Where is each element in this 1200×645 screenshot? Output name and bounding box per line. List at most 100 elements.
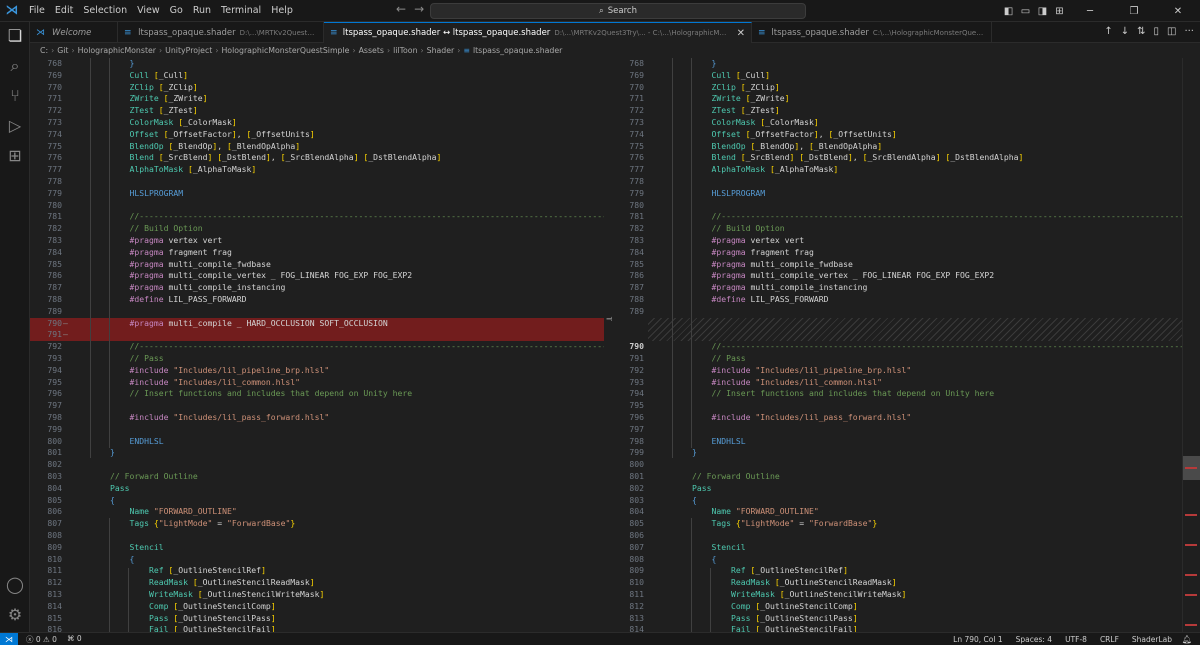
code-line[interactable]: 790 //----------------------------------… (612, 341, 1182, 353)
code-line[interactable]: 809 Ref [_OutlineStencilRef] (612, 565, 1182, 577)
code-line[interactable]: 769 Cull [_Cull] (612, 70, 1182, 82)
code-line[interactable]: 780 (30, 200, 604, 212)
code-line[interactable]: 816 Fail [_OutlineStencilFail] (30, 624, 604, 632)
code-line[interactable]: 796 #include "Includes/lil_pass_forward.… (612, 412, 1182, 424)
code-line[interactable]: 808 (30, 530, 604, 542)
source-control-icon[interactable]: ⑂ (5, 86, 25, 106)
menu-terminal[interactable]: Terminal (216, 0, 266, 22)
breadcrumb-item[interactable]: lilToon (393, 46, 417, 55)
code-line[interactable]: 802 Pass (612, 483, 1182, 495)
code-line[interactable]: 783 #pragma vertex vert (612, 235, 1182, 247)
breadcrumb-item[interactable]: Assets (359, 46, 384, 55)
code-line[interactable]: 799 (30, 424, 604, 436)
code-line[interactable]: 811 WriteMask [_OutlineStencilWriteMask] (612, 589, 1182, 601)
search-icon[interactable]: ⌕ (5, 56, 25, 76)
toggle-panel-icon[interactable]: ▭ (1017, 6, 1034, 17)
toggle-secondary-sidebar-icon[interactable]: ◨ (1034, 6, 1051, 17)
code-line[interactable]: 801 } (30, 447, 604, 459)
code-line[interactable]: 793 // Pass (30, 353, 604, 365)
code-line[interactable]: 803 { (612, 495, 1182, 507)
menu-view[interactable]: View (132, 0, 165, 22)
code-line[interactable]: 815 Pass [_OutlineStencilPass] (30, 613, 604, 625)
code-line[interactable]: 812 ReadMask [_OutlineStencilReadMask] (30, 577, 604, 589)
code-line[interactable]: 810 ReadMask [_OutlineStencilReadMask] (612, 577, 1182, 589)
extensions-icon[interactable]: ⊞ (5, 146, 25, 166)
menu-run[interactable]: Run (188, 0, 216, 22)
tab-diff-active[interactable]: ≡ ltspass_opaque.shader ↔ ltspass_opaque… (324, 22, 752, 43)
ports-status[interactable]: ⌘ 0 (67, 634, 82, 645)
files-icon[interactable]: ❏ (5, 26, 25, 46)
code-line[interactable]: 808 { (612, 554, 1182, 566)
code-line[interactable]: 789 (612, 306, 1182, 318)
code-line[interactable]: 794 // Insert functions and includes tha… (612, 388, 1182, 400)
open-file-icon[interactable]: ▯ (1153, 26, 1159, 37)
code-line[interactable] (612, 329, 1182, 341)
code-line[interactable]: 792 #include "Includes/lil_pipeline_brp.… (612, 365, 1182, 377)
breadcrumb-item[interactable]: HolographicMonster (78, 46, 156, 55)
code-line[interactable]: 797 (612, 424, 1182, 436)
code-line[interactable]: 771 ZWrite [_ZWrite] (30, 93, 604, 105)
code-line[interactable]: 811 Ref [_OutlineStencilRef] (30, 565, 604, 577)
code-line[interactable]: 768 } (30, 58, 604, 70)
code-line[interactable]: 768 } (612, 58, 1182, 70)
code-line[interactable]: 785 #pragma multi_compile_fwdbase (612, 259, 1182, 271)
tab-left-shader[interactable]: ≡ ltspass_opaque.shader D:\...\MRTKv2Que… (118, 22, 324, 43)
close-window-icon[interactable]: ✕ (1156, 6, 1200, 17)
code-line[interactable]: 805 Tags {"LightMode" = "ForwardBase"} (612, 518, 1182, 530)
code-line[interactable]: 799 } (612, 447, 1182, 459)
code-line[interactable]: 775 BlendOp [_BlendOp], [_BlendOpAlpha] (612, 141, 1182, 153)
code-line[interactable]: 789 (30, 306, 604, 318)
code-line[interactable]: 781 //----------------------------------… (30, 211, 604, 223)
code-line[interactable]: 788 #define LIL_PASS_FORWARD (612, 294, 1182, 306)
code-line[interactable]: 813 Pass [_OutlineStencilPass] (612, 613, 1182, 625)
diff-original-editor[interactable]: 768 } 769 Cull [_Cull] 770 ZClip [_ZClip] 7… (30, 58, 604, 632)
code-line[interactable]: 782 // Build Option (30, 223, 604, 235)
account-icon[interactable]: ◯ (5, 575, 25, 595)
code-line[interactable]: 770 ZClip [_ZClip] (30, 82, 604, 94)
code-line[interactable]: 807 Tags {"LightMode" = "ForwardBase"} (30, 518, 604, 530)
code-line[interactable]: 783 #pragma vertex vert (30, 235, 604, 247)
minimize-icon[interactable]: ─ (1068, 6, 1112, 17)
code-line[interactable]: 772 ZTest [_ZTest] (612, 105, 1182, 117)
code-line[interactable]: 778 (30, 176, 604, 188)
code-line[interactable]: 803 // Forward Outline (30, 471, 604, 483)
code-line[interactable]: 800 (612, 459, 1182, 471)
problems-status[interactable]: ⓧ 0 ⚠ 0 (26, 634, 57, 645)
code-line[interactable]: 781 //----------------------------------… (612, 211, 1182, 223)
code-line[interactable]: 776 Blend [_SrcBlend] [_DstBlend], [_Src… (30, 152, 604, 164)
breadcrumb-item[interactable]: HolographicMonsterQuestSimple (221, 46, 349, 55)
notifications-bell-icon[interactable]: 🔔︎ (1182, 633, 1192, 645)
close-icon[interactable]: ✕ (737, 28, 745, 39)
more-actions-icon[interactable]: ··· (1184, 26, 1194, 37)
code-line[interactable] (612, 318, 1182, 330)
forward-arrow-icon[interactable]: → (414, 2, 424, 16)
customize-layout-icon[interactable]: ⊞ (1051, 6, 1068, 17)
toggle-primary-sidebar-icon[interactable]: ◧ (1000, 6, 1017, 17)
overview-ruler[interactable] (1182, 58, 1200, 632)
code-line[interactable]: 791— (30, 329, 604, 342)
diff-modified-editor[interactable]: 768 } 769 Cull [_Cull] 770 ZClip [_ZClip] 7… (612, 58, 1182, 632)
code-line[interactable]: 814 Fail [_OutlineStencilFail] (612, 624, 1182, 632)
code-line[interactable]: 790— #pragma multi_compile _ HARD_OCCLUS… (30, 317, 604, 330)
code-line[interactable]: 812 Comp [_OutlineStencilComp] (612, 601, 1182, 613)
code-line[interactable]: 809 Stencil (30, 542, 604, 554)
cursor-position[interactable]: Ln 790, Col 1 (953, 635, 1002, 644)
code-line[interactable]: 772 ZTest [_ZTest] (30, 105, 604, 117)
code-line[interactable]: 806 Name "FORWARD_OUTLINE" (30, 506, 604, 518)
code-line[interactable]: 792 //----------------------------------… (30, 341, 604, 353)
command-center-search[interactable]: ⌕ Search (430, 3, 806, 19)
code-line[interactable]: 797 (30, 400, 604, 412)
code-line[interactable]: 776 Blend [_SrcBlend] [_DstBlend], [_Src… (612, 152, 1182, 164)
breadcrumb-item[interactable]: UnityProject (165, 46, 212, 55)
code-line[interactable]: 777 AlphaToMask [_AlphaToMask] (612, 164, 1182, 176)
code-line[interactable]: 779 HLSLPROGRAM (612, 188, 1182, 200)
code-line[interactable]: 777 AlphaToMask [_AlphaToMask] (30, 164, 604, 176)
breadcrumb-item[interactable]: Shader (427, 46, 455, 55)
code-line[interactable]: 774 Offset [_OffsetFactor], [_OffsetUnit… (612, 129, 1182, 141)
run-debug-icon[interactable]: ▷ (5, 116, 25, 136)
code-line[interactable]: 791 // Pass (612, 353, 1182, 365)
code-line[interactable]: 813 WriteMask [_OutlineStencilWriteMask] (30, 589, 604, 601)
code-line[interactable]: 814 Comp [_OutlineStencilComp] (30, 601, 604, 613)
indentation[interactable]: Spaces: 4 (1016, 635, 1052, 644)
code-line[interactable]: 805 { (30, 495, 604, 507)
